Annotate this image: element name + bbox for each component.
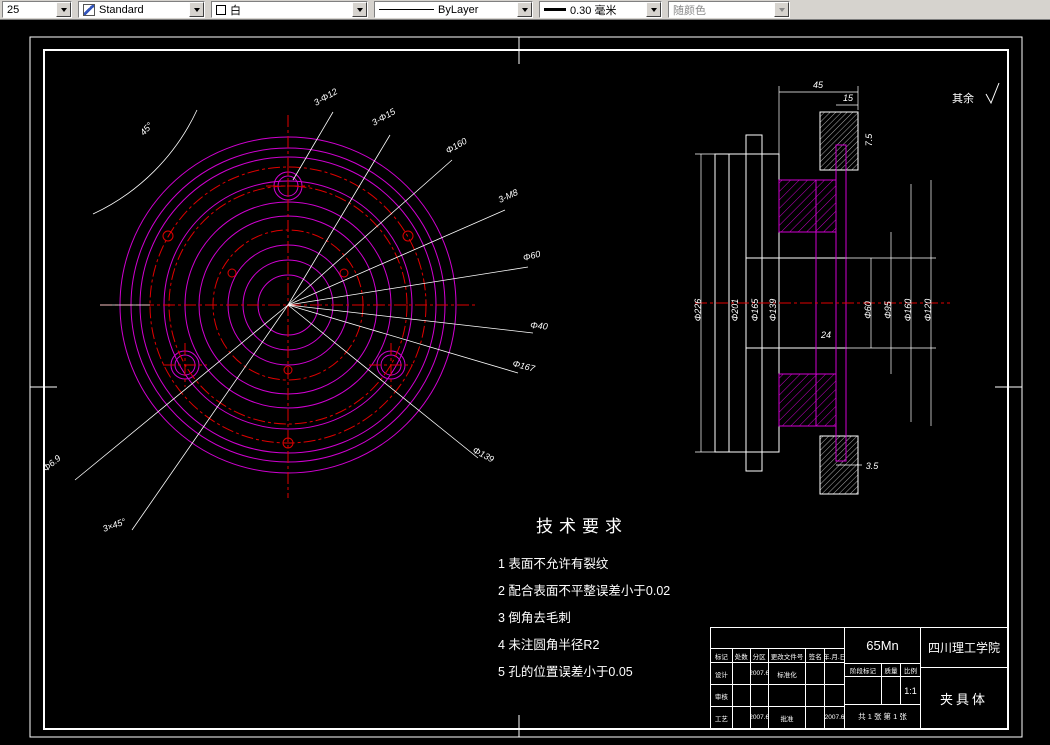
title-block: 标记 处数 分区 更改文件号 签名 年.月.日 设计 2007.6 标准化 审核: [710, 627, 1008, 729]
title-block-revision-area: 标记 处数 分区 更改文件号 签名 年.月.日 设计 2007.6 标准化 审核: [711, 628, 845, 728]
dim-label: 24: [820, 330, 831, 340]
part-name: 夹具体: [921, 668, 1007, 728]
dim-label: Φ60: [522, 249, 542, 263]
tech-req-item: 1 表面不允许有裂纹: [498, 553, 748, 572]
scale-value: 1:1: [901, 677, 920, 704]
dim-label: Φ95: [883, 300, 893, 319]
plot-style-value: 随颜色: [673, 2, 706, 18]
dim-label: Φ139: [471, 445, 496, 464]
tech-req-title: 技术要求: [536, 512, 748, 537]
dim-label: Φ226: [693, 299, 703, 322]
model-space-canvas[interactable]: 3-Φ12 3-Φ15 Φ160 3-M8 Φ60 Φ40 Φ167 Φ139 …: [0, 20, 1050, 745]
organization-name: 四川理工学院: [921, 628, 1007, 668]
front-view: 3-Φ12 3-Φ15 Φ160 3-M8 Φ60 Φ40 Φ167 Φ139 …: [41, 86, 548, 534]
text-size-value: 25: [7, 4, 19, 16]
tech-req-item: 3 倒角去毛刺: [498, 607, 748, 626]
toolbar: 25 Standard 白 ByLayer 0.30 毫米 随颜色: [0, 0, 1050, 20]
surface-note-text: 其余: [952, 91, 974, 105]
dim-label: 3.5: [866, 461, 880, 471]
surface-finish-note: 其余: [952, 83, 999, 105]
lineweight-value: 0.30 毫米: [570, 2, 616, 18]
dim-label: 45°: [138, 120, 155, 137]
dim-label: 3-Φ12: [312, 86, 339, 107]
side-section-view: 45 15 7.5 Φ226 Φ201 Φ165 Φ139 Φ60 Φ95 Φ1…: [693, 80, 950, 494]
dim-label: Φ201: [730, 299, 740, 322]
dim-label: Φ139: [768, 299, 778, 322]
revision-header-row: 标记 处数 分区 更改文件号 签名 年.月.日: [711, 649, 844, 663]
stage-label: 阶段标记: [845, 664, 882, 676]
layer-color-swatch-icon: [216, 5, 226, 15]
signature-row: 审核: [711, 685, 844, 707]
lineweight-combo[interactable]: 0.30 毫米: [539, 1, 662, 18]
plot-style-combo: 随颜色: [668, 1, 790, 18]
dim-label: Φ40: [530, 320, 548, 331]
dim-label: 45: [813, 80, 824, 90]
text-style-combo[interactable]: Standard: [78, 1, 205, 18]
scale-label: 比例: [901, 664, 920, 676]
chevron-down-icon[interactable]: [189, 2, 204, 17]
dim-label: Φ160: [903, 299, 913, 322]
dim-label: Φ167: [511, 358, 536, 374]
chevron-down-icon[interactable]: [56, 2, 71, 17]
linetype-combo[interactable]: ByLayer: [374, 1, 533, 18]
roughness-symbol-icon: [986, 83, 999, 103]
chevron-down-icon[interactable]: [517, 2, 532, 17]
dim-label: Φ165: [750, 298, 760, 322]
dim-label: Φ60: [863, 301, 873, 319]
title-block-middle: 65Mn 阶段标记 质量 比例 1:1 共 1 张 第 1 张: [845, 628, 921, 728]
dim-label: 3-M8: [497, 187, 520, 205]
sheet-info: 共 1 张 第 1 张: [845, 705, 920, 728]
signature-row: 工艺 2007.6 批准 2007.6: [711, 707, 844, 728]
chevron-down-icon[interactable]: [352, 2, 367, 17]
lineweight-sample-icon: [544, 8, 566, 11]
layer-value: 白: [230, 2, 241, 18]
dim-label: 15: [843, 93, 854, 103]
dimension-leaders: [75, 110, 533, 530]
dim-label: Φ160: [444, 136, 469, 156]
material-spec: 65Mn: [845, 628, 920, 664]
mass-label: 质量: [882, 664, 901, 676]
linetype-sample-icon: [379, 9, 434, 10]
linetype-value: ByLayer: [438, 4, 478, 16]
chevron-down-icon[interactable]: [646, 2, 661, 17]
signature-row: 设计 2007.6 标准化: [711, 663, 844, 685]
dim-label: 3×45°: [101, 516, 127, 534]
text-style-value: Standard: [99, 4, 144, 16]
title-block-right: 四川理工学院 夹具体: [921, 628, 1007, 728]
dim-label: 7.5: [864, 133, 874, 147]
dim-label: Φ120: [923, 299, 933, 322]
chevron-down-icon: [774, 2, 789, 17]
dim-label: 3-Φ15: [370, 106, 398, 128]
layer-combo[interactable]: 白: [211, 1, 368, 18]
text-size-combo[interactable]: 25: [2, 1, 72, 18]
tech-req-item: 2 配合表面不平整误差小于0.02: [498, 580, 748, 599]
text-style-icon: [83, 4, 95, 16]
